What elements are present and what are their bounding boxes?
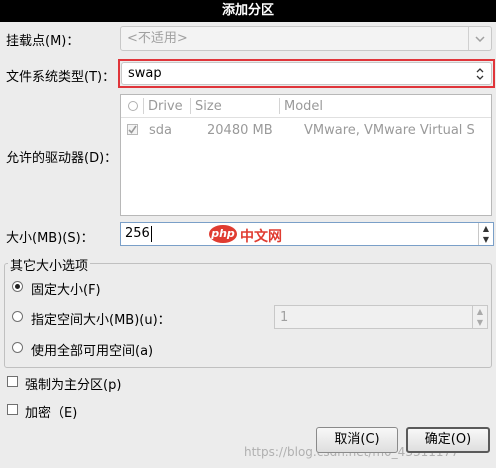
force-primary-label[interactable]: 强制为主分区(p) xyxy=(25,374,121,393)
drives-list[interactable]: Drive Size Model sda 20480 MB VMware, VM… xyxy=(120,94,492,216)
fill-all-label[interactable]: 使用全部可用空间(a) xyxy=(31,340,153,359)
encrypt-label[interactable]: 加密（E) xyxy=(25,402,77,421)
radio-fixed-size[interactable] xyxy=(12,281,23,292)
php-logo-text: 中文网 xyxy=(240,229,282,245)
fill-spin-buttons[interactable]: ▲ ▼ xyxy=(472,306,487,328)
drives-label: 允许的驱动器(D)： xyxy=(6,151,118,166)
column-separator xyxy=(190,98,191,114)
fill-to-size-spinbox[interactable]: 1 ▲ ▼ xyxy=(274,305,488,329)
ok-button[interactable]: 确定(O) xyxy=(406,427,490,453)
checkmark-icon xyxy=(128,125,137,134)
fixed-size-label[interactable]: 固定大小(F) xyxy=(31,279,101,298)
spin-up-icon[interactable]: ▲ xyxy=(479,223,493,234)
spin-up-icon[interactable]: ▲ xyxy=(473,306,487,317)
window-title: 添加分区 xyxy=(0,0,496,22)
radio-fill-all[interactable] xyxy=(12,342,23,353)
mount-point-label: 挂载点(M)： xyxy=(6,34,80,49)
column-size[interactable]: Size xyxy=(195,99,222,114)
drive-size: 20480 MB xyxy=(207,123,273,138)
fs-type-select[interactable]: swap xyxy=(121,62,492,85)
updown-arrow-icon xyxy=(469,63,491,84)
column-drive[interactable]: Drive xyxy=(148,99,183,114)
select-all-icon xyxy=(128,101,138,111)
spin-down-icon[interactable]: ▼ xyxy=(473,317,487,328)
fill-to-size-label[interactable]: 指定空间大小(MB)(u)： xyxy=(31,309,171,328)
cancel-button[interactable]: 取消(C) xyxy=(316,427,398,453)
other-size-options-title: 其它大小选项 xyxy=(8,255,91,274)
php-logo-badge: php xyxy=(209,225,237,243)
size-spin-buttons[interactable]: ▲ ▼ xyxy=(478,223,493,245)
text-cursor xyxy=(151,226,152,242)
size-label: 大小(MB)(S)： xyxy=(6,231,94,246)
fill-to-size-value: 1 xyxy=(280,310,289,325)
mount-point-combo[interactable]: <不适用> xyxy=(120,26,492,51)
spin-down-icon[interactable]: ▼ xyxy=(479,234,493,245)
mount-point-value: <不适用> xyxy=(127,31,188,46)
drive-checkbox[interactable] xyxy=(127,124,138,135)
column-separator xyxy=(279,98,280,114)
fs-type-label: 文件系统类型(T)： xyxy=(6,70,116,85)
chevron-down-icon xyxy=(468,27,491,50)
encrypt-checkbox[interactable] xyxy=(7,404,18,415)
size-value: 256 xyxy=(125,226,150,241)
column-separator xyxy=(143,98,144,114)
radio-fill-to-size[interactable] xyxy=(12,311,23,322)
fs-type-value: swap xyxy=(128,66,162,81)
column-model[interactable]: Model xyxy=(284,99,323,114)
drive-name: sda xyxy=(149,123,172,138)
size-spinbox[interactable]: 256 ▲ ▼ xyxy=(120,222,494,246)
drive-model: VMware, VMware Virtual S xyxy=(304,123,475,138)
force-primary-checkbox[interactable] xyxy=(7,376,18,387)
drive-row[interactable]: sda 20480 MB VMware, VMware Virtual S xyxy=(121,119,491,141)
